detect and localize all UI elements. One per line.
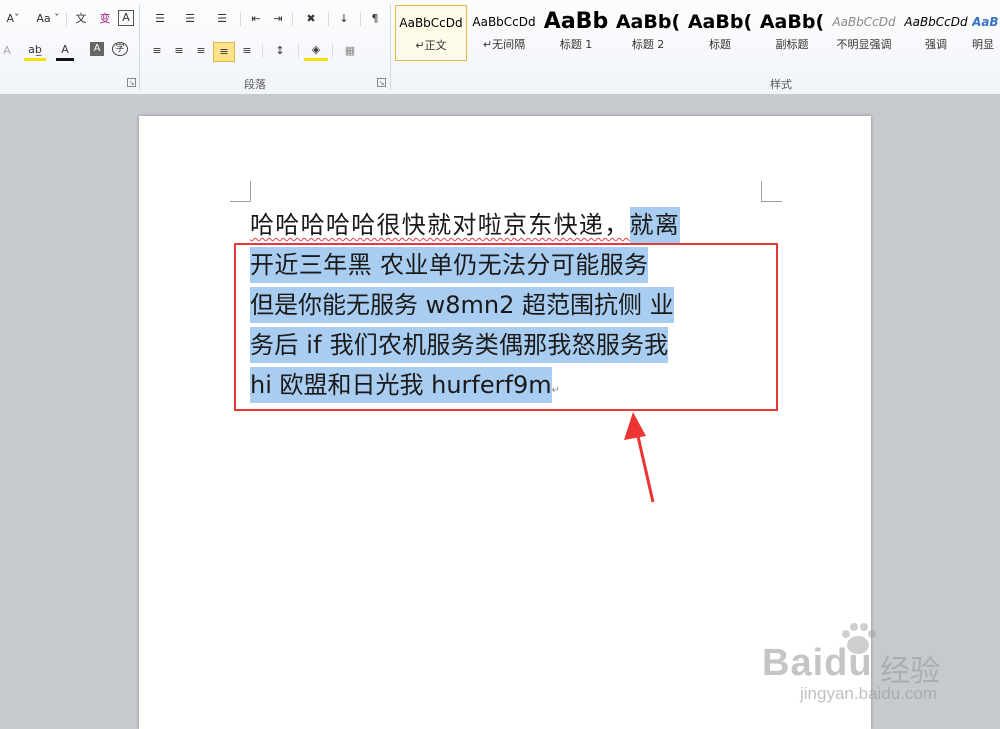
annotation-red-box (234, 243, 778, 411)
style-intense-emphasis[interactable]: AaB 明显 (972, 5, 1000, 61)
character-border-button[interactable]: A (118, 10, 134, 26)
chinese-layout-button[interactable]: ✖ (298, 10, 324, 28)
bullets-button[interactable]: ☰ (148, 10, 172, 28)
phonetic-guide-button[interactable]: 文 (72, 10, 90, 28)
enclose-characters-button[interactable]: 字 (112, 42, 128, 56)
style-title[interactable]: AaBb( 标题 (684, 5, 756, 61)
style-emphasis[interactable]: AaBbCcDd 强调 (900, 5, 972, 61)
decrease-indent-button[interactable]: ⇤ (246, 10, 266, 28)
shrink-font-button[interactable]: Aˇ (4, 10, 22, 28)
text-selected: 就离 (629, 207, 681, 243)
watermark-brand: Bai (762, 642, 825, 684)
text-unselected: 哈哈哈哈哈很快就对啦京东快递， (250, 211, 630, 239)
sort-button[interactable]: ↓ (334, 10, 354, 28)
highlight-color-button[interactable]: ab̲ (24, 42, 46, 61)
justify-button[interactable]: ≡ (213, 42, 235, 62)
text-line-1: 哈哈哈哈哈很快就对啦京东快递，就离 (250, 205, 762, 245)
watermark-brand-2: du (824, 642, 873, 684)
style-subtitle[interactable]: AaBb( 副标题 (756, 5, 828, 61)
align-right-button[interactable]: ≡ (192, 42, 210, 60)
style-subtle-emphasis[interactable]: AaBbCcDd 不明显强调 (828, 5, 900, 61)
ribbon: Aˇ Aa ˇ 文 变 A A ab̲ A A 字 ↘ ☰ ☰ ☰ ⇤ ⇥ ✖ … (0, 0, 1000, 95)
character-shading-button[interactable]: A (90, 42, 104, 56)
multilevel-list-button[interactable]: ☰ (208, 10, 236, 28)
shading-button[interactable]: ◈ (304, 42, 328, 61)
line-spacing-button[interactable]: ↕ (268, 42, 292, 60)
margin-corner-top-left (230, 181, 251, 202)
show-hide-marks-button[interactable]: ¶ (366, 10, 384, 28)
paragraph-dialog-launcher[interactable]: ↘ (377, 78, 386, 87)
style-normal[interactable]: AaBbCcDd ↵正文 (395, 5, 467, 61)
text-effect-button[interactable]: A (0, 42, 14, 60)
baidu-jingyan-watermark: Baidu 经验 jingyan.baidu.com (760, 620, 960, 710)
align-center-button[interactable]: ≡ (170, 42, 188, 60)
watermark-url: jingyan.baidu.com (800, 684, 938, 703)
style-heading-1[interactable]: AaBb 标题 1 (540, 5, 612, 61)
increase-indent-button[interactable]: ⇥ (268, 10, 288, 28)
numbering-button[interactable]: ☰ (178, 10, 202, 28)
styles-group-label: 样式 (770, 78, 792, 91)
change-case-button[interactable]: Aa ˇ (36, 10, 60, 28)
margin-corner-top-right (761, 181, 782, 202)
font-dialog-launcher[interactable]: ↘ (127, 78, 136, 87)
annotation-red-arrow (624, 412, 655, 503)
borders-button[interactable]: ▦ (338, 42, 362, 60)
paragraph-group-label: 段落 (244, 78, 266, 91)
style-no-spacing[interactable]: AaBbCcDd ↵无间隔 (468, 5, 540, 61)
convert-chinese-button[interactable]: 变 (96, 10, 114, 28)
distributed-button[interactable]: ≡ (238, 42, 256, 60)
styles-gallery: AaBbCcDd ↵正文 AaBbCcDd ↵无间隔 AaBb 标题 1 AaB… (394, 3, 1000, 65)
style-heading-2[interactable]: AaBb( 标题 2 (612, 5, 684, 61)
align-left-button[interactable]: ≡ (148, 42, 166, 60)
font-color-button[interactable]: A (56, 42, 74, 61)
